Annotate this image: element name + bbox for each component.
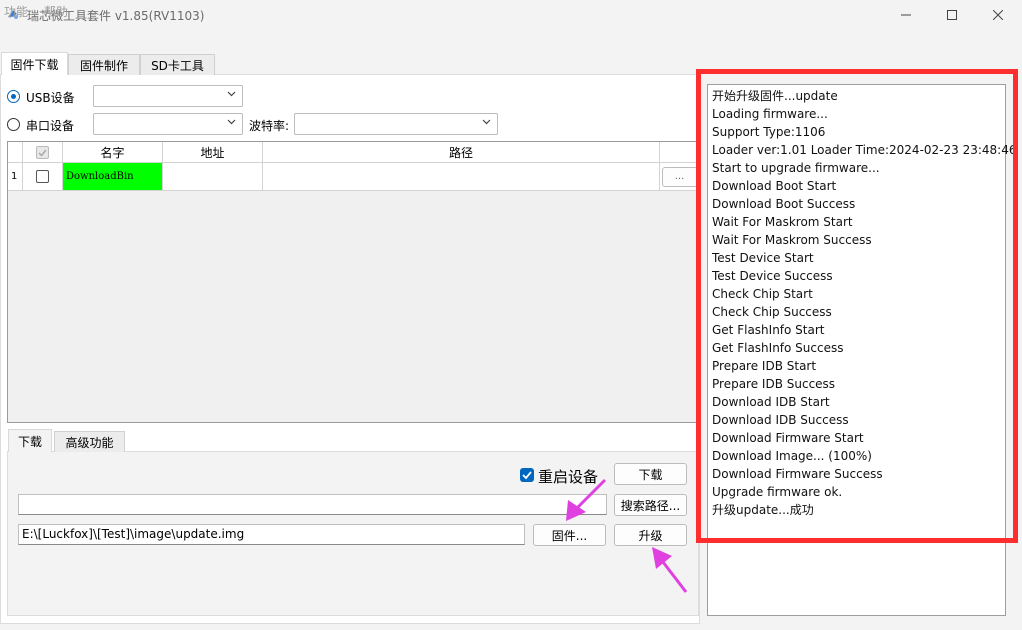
row-checkbox[interactable]: [36, 170, 49, 183]
minimize-button[interactable]: [883, 0, 929, 30]
search-path-input[interactable]: [18, 494, 607, 515]
column-header-name: 名字: [63, 142, 163, 163]
row-header-corner: [8, 142, 23, 163]
row-address[interactable]: [163, 163, 263, 191]
usb-device-radio[interactable]: [7, 90, 20, 103]
tab-download[interactable]: 下载: [8, 429, 52, 452]
baud-rate-label: 波特率:: [249, 119, 290, 133]
column-header-path: 路径: [263, 142, 660, 163]
row-browse-button[interactable]: ...: [661, 166, 698, 187]
serial-device-radio[interactable]: [7, 118, 20, 131]
row-browse-cell: ...: [660, 163, 698, 191]
reboot-checkbox[interactable]: [520, 468, 534, 482]
row-index: 1: [8, 163, 23, 191]
firmware-table: 名字 地址 路径 1 DownloadBin ...: [7, 141, 699, 423]
serial-device-select[interactable]: [93, 113, 243, 135]
row-checkbox-cell: [23, 163, 63, 191]
menu-bar: [0, 30, 1022, 52]
serial-device-label: 串口设备: [26, 119, 75, 133]
check-icon: [38, 149, 47, 157]
upgrade-button[interactable]: 升级: [614, 524, 687, 546]
menu-help[interactable]: 帮助: [44, 3, 68, 20]
firmware-button[interactable]: 固件...: [533, 524, 606, 546]
tab-firmware-make[interactable]: 固件制作: [68, 54, 140, 75]
baud-rate-select[interactable]: [294, 113, 498, 135]
menu-function[interactable]: 功能: [4, 3, 28, 20]
maximize-icon: [947, 10, 957, 20]
highlight-frame: [696, 69, 1018, 543]
maximize-button[interactable]: [929, 0, 975, 30]
check-icon: [522, 471, 532, 480]
row-path[interactable]: [263, 163, 660, 191]
tab-sd-tool[interactable]: SD卡工具: [140, 54, 215, 75]
usb-device-select[interactable]: [93, 85, 243, 107]
minimize-icon: [901, 14, 911, 16]
search-path-button[interactable]: 搜索路径...: [614, 494, 687, 516]
select-all-checkbox[interactable]: [36, 145, 49, 159]
tab-firmware-download[interactable]: 固件下载: [1, 52, 68, 75]
select-all-cell: [23, 142, 63, 163]
firmware-path-input[interactable]: E:\[Luckfox]\[Test]\image\update.img: [18, 524, 525, 545]
row-name[interactable]: DownloadBin: [63, 163, 163, 191]
column-header-address: 地址: [163, 142, 263, 163]
close-icon: [993, 10, 1003, 20]
column-header-browse: [660, 142, 698, 163]
usb-device-label: USB设备: [26, 91, 75, 105]
close-button[interactable]: [975, 0, 1021, 30]
download-button[interactable]: 下载: [614, 463, 687, 485]
reboot-label: 重启设备: [538, 468, 599, 486]
tab-advanced[interactable]: 高级功能: [54, 431, 125, 452]
chevron-down-icon: [482, 119, 491, 125]
chevron-down-icon: [227, 119, 236, 125]
chevron-down-icon: [227, 91, 236, 97]
